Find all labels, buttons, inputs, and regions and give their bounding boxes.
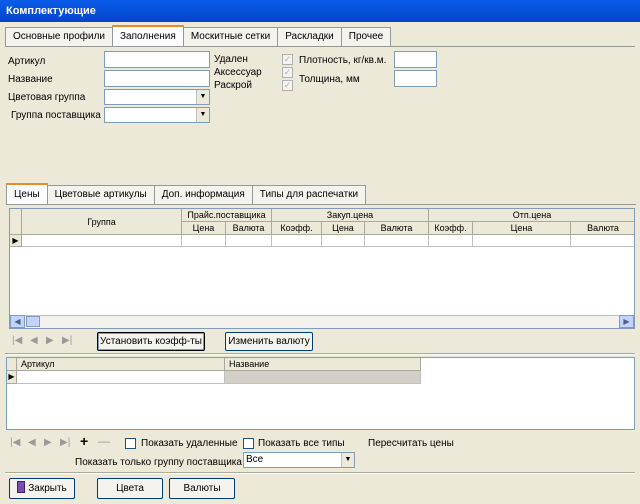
grid-corner [7, 358, 17, 371]
supplier-group-select[interactable]: ▼ [104, 107, 210, 123]
table-cell[interactable] [473, 235, 571, 247]
density-input[interactable] [394, 51, 437, 68]
chevron-down-icon: ▼ [341, 453, 354, 467]
accessory-label: Аксессуар [214, 67, 262, 78]
tab-main-profiles[interactable]: Основные профили [5, 27, 113, 46]
show-deleted-label: Показать удаленные [141, 438, 238, 449]
col-sale-coeff[interactable]: Коэфф. [429, 222, 473, 235]
name-label: Название [8, 74, 53, 85]
tab-color-articles[interactable]: Цветовые артикулы [46, 185, 155, 204]
table-cell[interactable] [571, 235, 634, 247]
density-label: Плотность, кг/кв.м. [299, 55, 387, 66]
tab-mosquito-nets[interactable]: Москитные сетки [182, 27, 279, 46]
top-tabs: Основные профили Заполнения Москитные се… [5, 25, 392, 46]
divider [5, 472, 635, 474]
col-supplier-price[interactable]: Цена [182, 222, 226, 235]
prev-record-icon[interactable]: ◀ [30, 335, 38, 346]
col-sale-price[interactable]: Отп.цена [429, 209, 634, 222]
col-purchase-coeff[interactable]: Коэфф. [272, 222, 322, 235]
col-sale-currency[interactable]: Валюта [571, 222, 634, 235]
last-record-icon[interactable]: ▶| [62, 335, 72, 346]
row-pointer-icon: ▶ [7, 371, 17, 384]
tab-fillings[interactable]: Заполнения [112, 25, 184, 46]
col-purchase-currency[interactable]: Валюта [365, 222, 429, 235]
supplier-filter-select[interactable]: Все ▼ [243, 452, 355, 468]
col-purchase-price[interactable]: Закуп.цена [272, 209, 429, 222]
tab-layouts[interactable]: Раскладки [277, 27, 342, 46]
tab-prices[interactable]: Цены [6, 183, 48, 204]
col-purchase-price-value[interactable]: Цена [322, 222, 365, 235]
chevron-down-icon: ▼ [196, 90, 209, 104]
col-sale-price-value[interactable]: Цена [473, 222, 571, 235]
next-record-icon[interactable]: ▶ [46, 335, 54, 346]
change-currency-button[interactable]: Изменить валюту [225, 332, 313, 351]
chevron-down-icon: ▼ [196, 108, 209, 122]
table-cell[interactable] [17, 371, 225, 384]
horizontal-scrollbar[interactable] [10, 315, 634, 328]
artikul-label: Артикул [8, 56, 46, 67]
sub-tabs: Цены Цветовые артикулы Доп. информация Т… [6, 183, 367, 204]
scroll-left-icon[interactable]: ◀ [10, 315, 25, 328]
supplier-filter-label: Показать только группу поставщика [75, 457, 242, 468]
color-group-label: Цветовая группа [8, 92, 86, 103]
door-icon [17, 481, 26, 493]
top-tabs-divider [5, 46, 635, 47]
remove-icon[interactable]: — [98, 434, 110, 448]
prev-record-icon[interactable]: ◀ [28, 437, 36, 448]
thickness-label: Толщина, мм [299, 74, 360, 85]
last-record-icon[interactable]: ▶| [60, 437, 70, 448]
next-record-icon[interactable]: ▶ [44, 437, 52, 448]
price-grid[interactable]: Группа Прайс.поставщика Закуп.цена Отп.ц… [9, 208, 635, 329]
deleted-label: Удален [214, 54, 248, 65]
close-button[interactable]: Закрыть [9, 478, 75, 499]
tab-other[interactable]: Прочее [340, 27, 392, 46]
name-input[interactable] [104, 70, 210, 87]
cutting-label: Раскрой [214, 80, 252, 91]
recalc-prices-link[interactable]: Пересчитать цены [368, 438, 454, 449]
colors-button[interactable]: Цвета [97, 478, 163, 499]
supplier-group-label: Группа поставщика [11, 110, 101, 121]
artikul-input[interactable] [104, 51, 210, 68]
col-price-supplier[interactable]: Прайс.поставщика [182, 209, 272, 222]
table-cell[interactable] [322, 235, 365, 247]
table-cell[interactable] [182, 235, 226, 247]
show-deleted-checkbox[interactable] [125, 438, 136, 449]
first-record-icon[interactable]: |◀ [10, 437, 20, 448]
scroll-thumb[interactable] [26, 316, 40, 327]
scroll-right-icon[interactable]: ▶ [619, 315, 634, 328]
divider [5, 353, 635, 355]
table-cell[interactable] [429, 235, 473, 247]
table-cell[interactable] [226, 235, 272, 247]
window: Комплектующие Основные профили Заполнени… [0, 0, 640, 504]
show-all-types-label: Показать все типы [258, 438, 345, 449]
thickness-input[interactable] [394, 70, 437, 87]
show-all-types-checkbox[interactable] [243, 438, 254, 449]
col-name[interactable]: Название [225, 358, 421, 371]
table-cell[interactable] [22, 235, 182, 247]
color-group-select[interactable]: ▼ [104, 89, 210, 105]
table-cell[interactable] [365, 235, 429, 247]
tab-extra-info[interactable]: Доп. информация [153, 185, 253, 204]
cutting-checkbox[interactable]: ✓ [282, 80, 293, 91]
tab-print-types[interactable]: Типы для распечатки [251, 185, 367, 204]
col-supplier-currency[interactable]: Валюта [226, 222, 272, 235]
sub-tabs-divider [6, 204, 636, 205]
deleted-checkbox[interactable]: ✓ [282, 54, 293, 65]
article-grid[interactable]: Артикул Название ▶ [6, 357, 635, 430]
add-icon[interactable]: + [80, 433, 88, 449]
currencies-button[interactable]: Валюты [169, 478, 235, 499]
accessory-checkbox[interactable]: ✓ [282, 67, 293, 78]
col-artikul[interactable]: Артикул [17, 358, 225, 371]
table-cell[interactable] [225, 371, 421, 384]
table-cell[interactable] [272, 235, 322, 247]
close-button-label: Закрыть [28, 483, 67, 494]
grid-corner [10, 209, 22, 235]
supplier-filter-value: Все [246, 454, 264, 465]
row-pointer-icon: ▶ [10, 235, 22, 247]
window-title: Комплектующие [0, 0, 640, 22]
col-group[interactable]: Группа [22, 209, 182, 235]
first-record-icon[interactable]: |◀ [12, 335, 22, 346]
set-coeff-button[interactable]: Установить коэфф-ты [97, 332, 205, 351]
